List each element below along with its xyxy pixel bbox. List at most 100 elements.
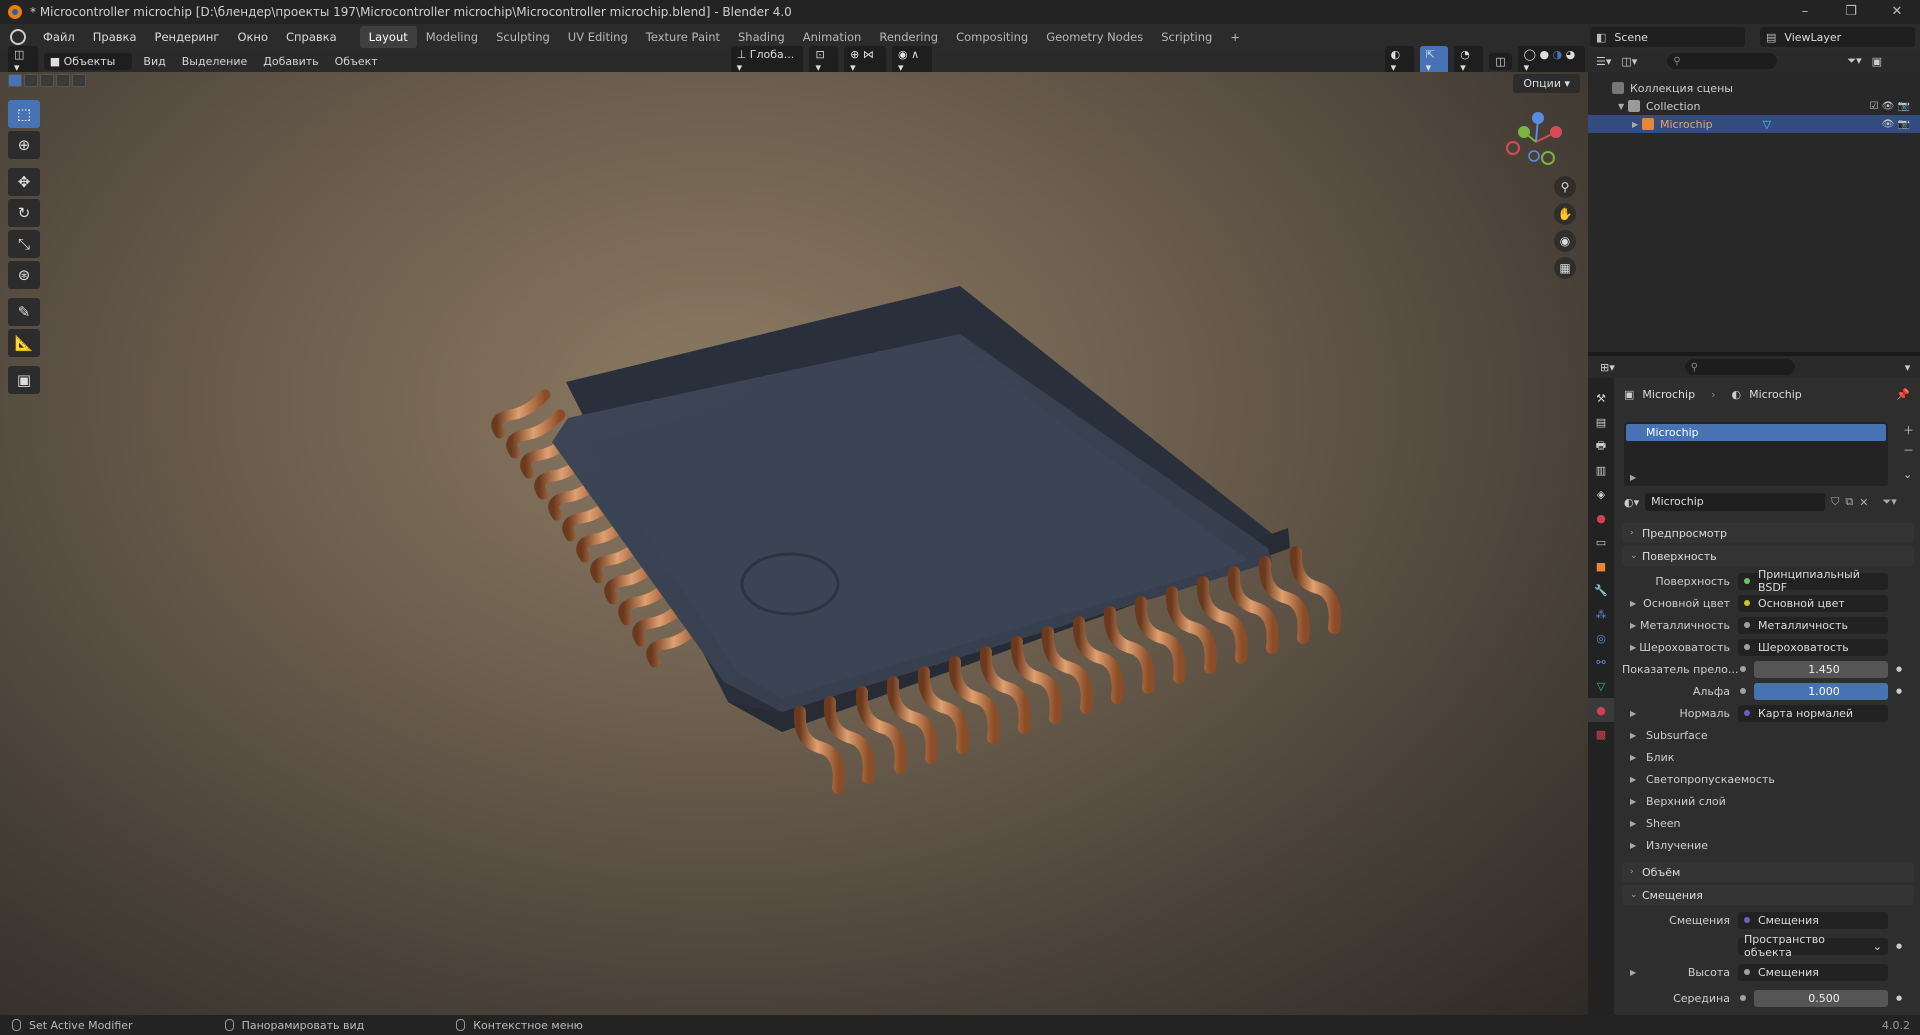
roughness-field[interactable]: Шероховатость	[1738, 638, 1888, 656]
material-slot-item[interactable]: Microchip	[1626, 424, 1886, 441]
tab-texture-paint[interactable]: Texture Paint	[637, 26, 729, 48]
display-mode-icon[interactable]: ◫▾	[1621, 55, 1637, 68]
blender-menu-icon[interactable]	[10, 29, 26, 45]
metallic-field[interactable]: Металличность	[1738, 616, 1888, 634]
displacement-field[interactable]: Смещения	[1738, 911, 1888, 929]
material-browse-icon[interactable]: ◐▾	[1624, 496, 1639, 509]
ior-field[interactable]: 1.450	[1754, 660, 1888, 678]
new-collection-icon[interactable]: ▣	[1872, 55, 1882, 68]
modifier-tab-icon[interactable]: 🔧	[1588, 578, 1614, 602]
keyframe-dot-icon[interactable]: ●	[1896, 994, 1902, 1002]
keyframe-dot-icon[interactable]: ●	[1896, 942, 1902, 950]
menu-add[interactable]: Добавить	[255, 55, 326, 68]
subpanel-subsurface[interactable]: ▶ Subsurface	[1630, 726, 1910, 744]
filter-icon[interactable]: ⏷▾	[1847, 54, 1861, 68]
expand-arrow-icon[interactable]: ▶	[1632, 120, 1642, 129]
expand-arrow-icon[interactable]: ▶	[1630, 621, 1636, 630]
tool-tab-icon[interactable]: ⚒	[1588, 386, 1614, 410]
outliner-collection[interactable]: ▼ Collection ☑ 👁 📷	[1588, 97, 1920, 115]
scene-tab-icon[interactable]: ◈	[1588, 482, 1614, 506]
properties-editor-icon[interactable]: ⊞▾	[1600, 361, 1615, 374]
tab-geometry-nodes[interactable]: Geometry Nodes	[1037, 26, 1152, 48]
collapse-arrow-icon[interactable]: ▼	[1618, 102, 1628, 111]
subpanel-specular[interactable]: ▶ Блик	[1630, 748, 1910, 766]
tab-scripting[interactable]: Scripting	[1152, 26, 1221, 48]
surface-shader-field[interactable]: Принципиальный BSDF	[1738, 568, 1888, 594]
tab-animation[interactable]: Animation	[794, 26, 871, 48]
add-slot-icon[interactable]: ＋	[1903, 422, 1914, 438]
object-visibility-icons[interactable]: 👁 📷	[1882, 119, 1910, 130]
data-tab-icon[interactable]: ▽	[1588, 674, 1614, 698]
tab-compositing[interactable]: Compositing	[947, 26, 1037, 48]
material-name-field[interactable]: Microchip	[1645, 493, 1826, 511]
menu-window[interactable]: Окно	[228, 30, 277, 44]
menu-view[interactable]: Вид	[135, 55, 173, 68]
properties-search[interactable]: ⚲	[1684, 359, 1795, 375]
pin-icon[interactable]: 📌	[1896, 388, 1910, 401]
outliner-scene-collection[interactable]: Коллекция сцены	[1588, 79, 1920, 97]
subpanel-sheen[interactable]: ▶ Sheen	[1630, 814, 1910, 832]
unlink-material-icon[interactable]: ✕	[1859, 496, 1868, 509]
subpanel-emission[interactable]: ▶ Излучение	[1630, 836, 1910, 854]
menu-render[interactable]: Рендеринг	[146, 30, 229, 44]
maximize-button[interactable]: ❐	[1828, 0, 1874, 24]
subpanel-transmission[interactable]: ▶ Светопропускаемость	[1630, 770, 1910, 788]
tab-uv-editing[interactable]: UV Editing	[559, 26, 637, 48]
add-workspace-button[interactable]: +	[1221, 26, 1249, 48]
menu-help[interactable]: Справка	[277, 30, 346, 44]
menu-file[interactable]: Файл	[34, 30, 84, 44]
view-layer-tab-icon[interactable]: ▥	[1588, 458, 1614, 482]
collection-tab-icon[interactable]: ▭	[1588, 530, 1614, 554]
view-layer-selector[interactable]: ▤ ViewLayer	[1760, 27, 1915, 47]
tab-sculpting[interactable]: Sculpting	[487, 26, 559, 48]
menu-object[interactable]: Объект	[327, 55, 386, 68]
mode-dropdown[interactable]: ■ Объекты	[43, 52, 133, 70]
material-slot-list[interactable]: Microchip ▶	[1624, 422, 1888, 486]
tab-layout[interactable]: Layout	[359, 26, 417, 48]
xray-toggle[interactable]: ◫	[1489, 52, 1512, 70]
texture-tab-icon[interactable]: ▩	[1588, 722, 1614, 746]
constraints-tab-icon[interactable]: ⚯	[1588, 650, 1614, 674]
node-link-icon[interactable]: ⏷▾	[1882, 495, 1896, 509]
keyframe-dot-icon[interactable]: ●	[1896, 665, 1902, 673]
list-expand-icon[interactable]: ▶	[1630, 473, 1636, 482]
outliner-object-microchip[interactable]: ▶ Microchip ▽ 👁 📷	[1588, 115, 1920, 133]
outliner-search[interactable]: ⚲	[1667, 53, 1778, 69]
keyframe-dot-icon[interactable]: ●	[1896, 687, 1902, 695]
properties-options-icon[interactable]: ▾	[1905, 361, 1911, 374]
physics-tab-icon[interactable]: ◎	[1588, 626, 1614, 650]
midlevel-field[interactable]: 0.500	[1754, 989, 1888, 1007]
tab-rendering[interactable]: Rendering	[870, 26, 947, 48]
panel-displacement[interactable]: ⌄ Смещения	[1622, 885, 1914, 905]
3d-viewport[interactable]: Опции ▾ ⬚ ⊕ ✥ ↻ ⤡ ⊛ ✎ 📐 ▣ ⚲ ✋ ◉ ▦	[0, 72, 1588, 1015]
menu-edit[interactable]: Правка	[84, 30, 146, 44]
particles-tab-icon[interactable]: ⁂	[1588, 602, 1614, 626]
tab-modeling[interactable]: Modeling	[417, 26, 487, 48]
panel-preview[interactable]: › Предпросмотр	[1622, 523, 1914, 543]
panel-volume[interactable]: › Объём	[1622, 862, 1914, 882]
expand-arrow-icon[interactable]: ▶	[1630, 968, 1636, 977]
duplicate-material-icon[interactable]: ⧉	[1845, 495, 1853, 509]
output-tab-icon[interactable]: 🖶	[1588, 434, 1614, 458]
space-dropdown[interactable]: Пространство объекта ⌄	[1738, 933, 1888, 959]
height-field[interactable]: Смещения	[1738, 963, 1888, 981]
object-tab-icon[interactable]: ■	[1588, 554, 1614, 578]
slot-menu-icon[interactable]: ⌄	[1903, 468, 1914, 481]
expand-arrow-icon[interactable]: ▶	[1630, 643, 1636, 652]
world-tab-icon[interactable]: ●	[1588, 506, 1614, 530]
outliner-editor-icon[interactable]: ☰▾	[1596, 55, 1611, 68]
menu-select[interactable]: Выделение	[174, 55, 256, 68]
scene-selector[interactable]: ◧ Scene	[1590, 27, 1745, 47]
minimize-button[interactable]: –	[1782, 0, 1828, 24]
material-tab-icon[interactable]: ●	[1588, 698, 1614, 722]
remove-slot-icon[interactable]: －	[1903, 442, 1914, 458]
render-tab-icon[interactable]: ▤	[1588, 410, 1614, 434]
expand-arrow-icon[interactable]: ▶	[1630, 709, 1636, 718]
alpha-field[interactable]: 1.000	[1754, 682, 1888, 700]
close-button[interactable]: ✕	[1874, 0, 1920, 24]
panel-surface[interactable]: ⌄ Поверхность	[1622, 546, 1914, 566]
fake-user-icon[interactable]: ⛉	[1831, 495, 1839, 509]
collection-visibility-icons[interactable]: ☑ 👁 📷	[1870, 101, 1910, 112]
normal-field[interactable]: Карта нормалей	[1738, 704, 1888, 722]
expand-arrow-icon[interactable]: ▶	[1630, 599, 1636, 608]
